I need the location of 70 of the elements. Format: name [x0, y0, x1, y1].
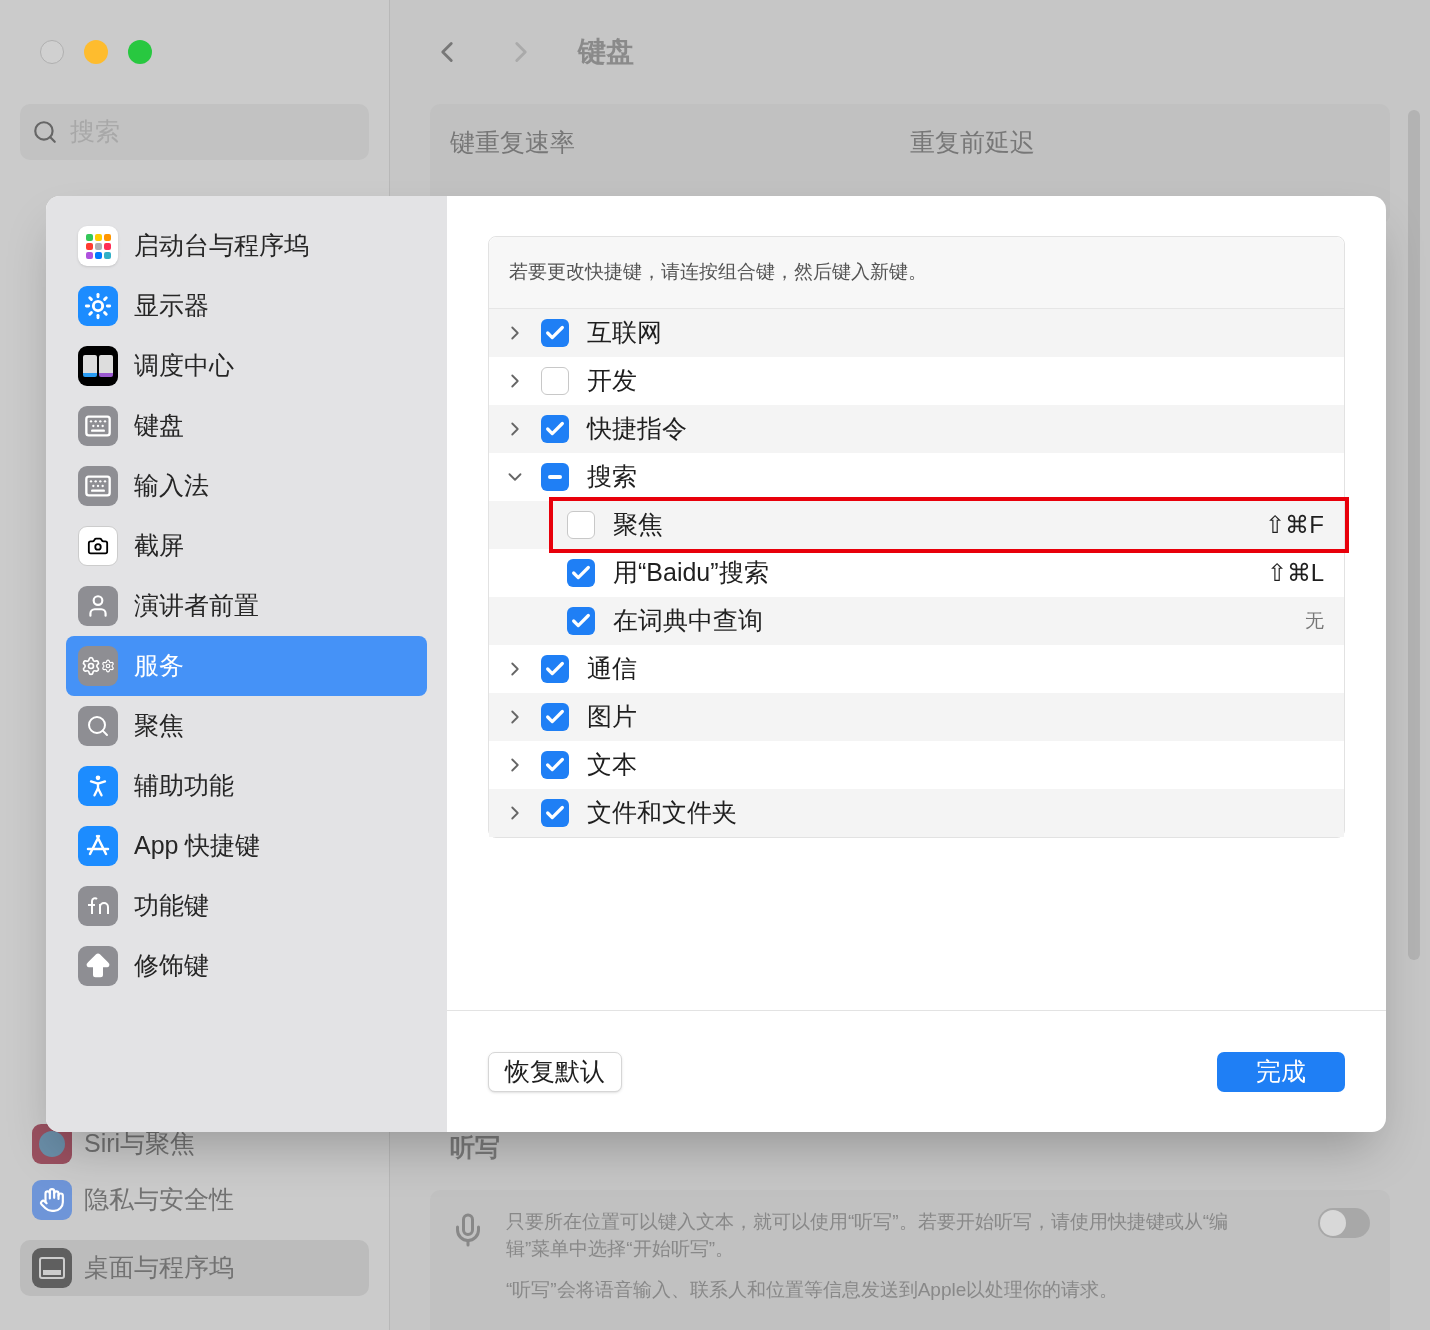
service-label: 文本 — [587, 749, 637, 781]
checkbox[interactable] — [541, 703, 569, 731]
sidebar-item[interactable]: 调度中心 — [66, 336, 427, 396]
service-label: 快捷指令 — [587, 413, 687, 445]
windows-icon — [78, 346, 118, 386]
service-row[interactable]: 文件和文件夹 — [489, 789, 1344, 837]
service-label: 图片 — [587, 701, 637, 733]
dictation-description: 只要所在位置可以键入文本，就可以使用“听写”。若要开始听写，请使用快捷键或从“编辑”菜单中选择“开始听写”。 — [506, 1210, 1229, 1261]
sidebar-item[interactable]: 辅助功能 — [66, 756, 427, 816]
gears-icon — [78, 646, 118, 686]
privacy-note: “听写”会将语音输入、联系人和位置等信息发送到Apple以处理你的请求。 — [506, 1278, 1120, 1302]
accessibility-icon — [78, 766, 118, 806]
sidebar-item[interactable]: App 快捷键 — [66, 816, 427, 876]
grid-icon — [78, 226, 118, 266]
section-heading: 听写 — [449, 1131, 501, 1163]
service-row[interactable]: 快捷指令 — [489, 405, 1344, 453]
shortcut-label: ⇧⌘F — [1265, 510, 1324, 540]
checkbox[interactable] — [541, 367, 569, 395]
service-row[interactable]: 互联网 — [489, 309, 1344, 357]
checkbox[interactable] — [567, 607, 595, 635]
search-icon — [32, 119, 58, 145]
service-label: 聚焦 — [613, 509, 663, 541]
shortcut-label: 无 — [1305, 608, 1324, 633]
checkbox[interactable] — [567, 559, 595, 587]
dictation-toggle[interactable] — [1318, 1208, 1370, 1238]
checkbox[interactable] — [541, 319, 569, 347]
sidebar-item[interactable]: 启动台与程序坞 — [66, 216, 427, 276]
sidebar-item[interactable]: 显示器 — [66, 276, 427, 336]
keyboard-icon — [78, 466, 118, 506]
sidebar-item[interactable]: 键盘 — [66, 396, 427, 456]
keyboard-icon — [78, 406, 118, 446]
done-button[interactable]: 完成 — [1217, 1051, 1345, 1092]
service-label: 用“Baidu”搜索 — [613, 557, 769, 589]
sidebar-item[interactable]: 功能键 — [66, 876, 427, 936]
service-row[interactable]: 图片 — [489, 693, 1344, 741]
instruction-text: 若要更改快捷键，请连按组合键，然后键入新键。 — [489, 237, 1344, 309]
setting-label: 重复前延迟 — [910, 127, 1036, 158]
checkbox[interactable] — [567, 511, 595, 539]
service-label: 在词典中查询 — [613, 605, 763, 637]
sidebar-item[interactable]: 输入法 — [66, 456, 427, 516]
minus-icon — [548, 475, 562, 479]
checkbox[interactable] — [541, 751, 569, 779]
search-icon — [78, 706, 118, 746]
service-label: 开发 — [587, 365, 637, 397]
fn-key-icon — [78, 886, 118, 926]
restore-defaults-button[interactable]: 恢复默认 — [488, 1051, 622, 1092]
sidebar-item[interactable]: 修饰键 — [66, 936, 427, 996]
sidebar-item[interactable]: 截屏 — [66, 516, 427, 576]
dock-icon — [32, 1248, 72, 1288]
app-store-icon — [78, 826, 118, 866]
checkbox[interactable] — [541, 415, 569, 443]
sidebar-item[interactable]: 聚焦 — [66, 696, 427, 756]
shortcut-label: ⇧⌘L — [1266, 558, 1324, 588]
orb-icon — [32, 1124, 72, 1164]
shift-icon — [78, 946, 118, 986]
service-row[interactable]: 在词典中查询 无 — [489, 597, 1344, 645]
checkbox[interactable] — [541, 799, 569, 827]
checkbox[interactable] — [541, 463, 569, 491]
sun-icon — [78, 286, 118, 326]
screenshot-icon — [78, 526, 118, 566]
service-label: 搜索 — [587, 461, 637, 493]
checkbox[interactable] — [541, 655, 569, 683]
hand-icon — [32, 1180, 72, 1220]
sidebar-item[interactable]: 演讲者前置 — [66, 576, 427, 636]
setting-label: 键重复速率 — [450, 127, 576, 158]
window-title: 键盘 — [578, 35, 634, 69]
service-label: 文件和文件夹 — [587, 797, 737, 829]
service-label: 通信 — [587, 653, 637, 685]
person-icon — [78, 586, 118, 626]
service-label: 互联网 — [587, 317, 662, 349]
